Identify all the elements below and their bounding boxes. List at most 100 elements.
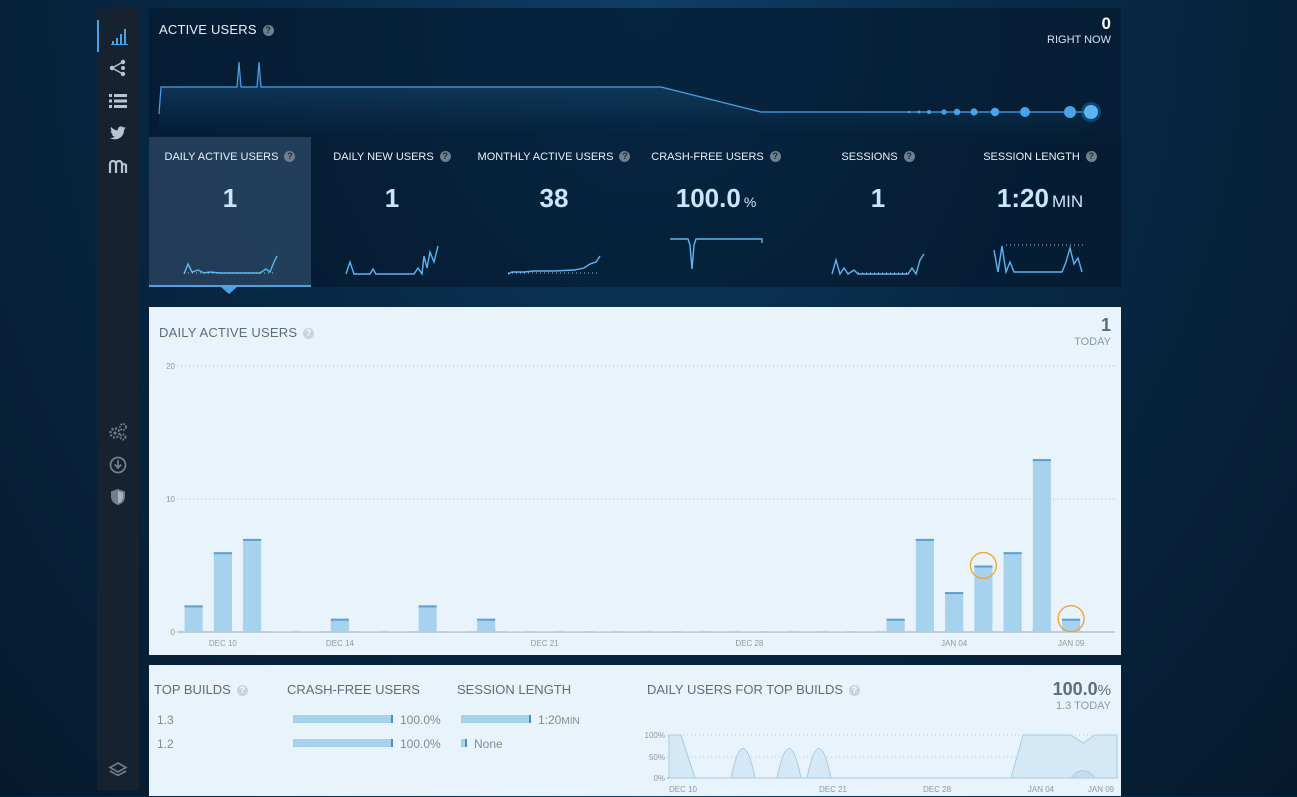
bar <box>711 631 730 632</box>
stat-session-length[interactable]: SESSION LENGTH? 1:20 MIN <box>959 137 1121 287</box>
bar <box>243 538 262 632</box>
build-share-area <box>668 734 1118 779</box>
bar <box>213 552 232 632</box>
x-tick-label: JAN 04 <box>1028 785 1055 794</box>
bar-cap <box>213 552 232 555</box>
sidebar-item-mopub[interactable] <box>97 150 139 182</box>
bar-cap <box>886 618 905 621</box>
bar <box>301 631 320 632</box>
help-icon[interactable]: ? <box>236 685 248 696</box>
bar <box>915 538 934 632</box>
build-version: 1.3 <box>157 713 174 727</box>
sidebar-item-list[interactable] <box>97 85 139 117</box>
right-now-counter: 0 RIGHT NOW <box>1047 14 1111 46</box>
bar-cap <box>915 538 934 541</box>
active-users-title: ACTIVE USERS? <box>159 22 274 37</box>
stat-label: CRASH-FREE USERS <box>651 151 764 163</box>
active-tab-caret <box>221 287 237 294</box>
daily-active-users-panel: DAILY ACTIVE USERS? 1 TODAY 20 10 0 DEC 10 D… <box>149 307 1121 655</box>
help-icon[interactable]: ? <box>284 151 296 162</box>
x-tick-label: DEC 21 <box>531 639 560 648</box>
top-builds-panel: TOP BUILDS? CRASH-FREE USERS SESSION LEN… <box>149 665 1121 796</box>
bar <box>506 631 525 632</box>
help-icon[interactable]: ? <box>1085 151 1097 162</box>
stat-unit: MIN <box>1051 192 1084 211</box>
stat-daily-active-users[interactable]: DAILY ACTIVE USERS? 1 <box>149 137 311 287</box>
sparkline <box>831 253 925 276</box>
stat-value: 1:20 <box>996 183 1049 213</box>
stat-unit: % <box>743 194 757 210</box>
bar-cap <box>418 605 437 608</box>
help-icon[interactable]: ? <box>849 685 861 696</box>
top-build-share-number: 100.0 <box>1052 679 1098 699</box>
sidebar-item-twitter[interactable] <box>97 117 139 149</box>
stat-sessions[interactable]: SESSIONS? 1 <box>797 137 959 287</box>
stat-daily-new-users[interactable]: DAILY NEW USERS? 1 <box>311 137 473 287</box>
sparkline <box>993 244 1086 275</box>
bar-cap <box>477 618 496 621</box>
bar <box>272 631 291 632</box>
y-tick-label: 0% <box>653 774 665 783</box>
gears-icon <box>109 423 127 441</box>
bar <box>740 631 759 632</box>
sidebar <box>97 8 139 790</box>
summary-stats: DAILY ACTIVE USERS? 1 DAILY NEW USERS? 1… <box>149 137 1121 287</box>
sidebar-item-layers[interactable] <box>97 754 139 786</box>
share-nodes-icon <box>109 59 126 77</box>
active-users-realtime-chart <box>158 61 1101 134</box>
session-length-value: 1:20MIN <box>538 713 580 727</box>
crash-free-value: 100.0% <box>400 737 441 751</box>
bar-cap <box>1003 552 1022 555</box>
y-tick-label: 50% <box>649 753 665 762</box>
stat-monthly-active-users[interactable]: MONTHLY ACTIVE USERS? 38 <box>473 137 635 287</box>
bar-cap <box>1032 459 1051 462</box>
x-tick-label: DEC 14 <box>326 639 355 648</box>
sparkline <box>183 255 278 275</box>
session-length-unit: MIN <box>561 716 580 727</box>
bar <box>798 631 817 632</box>
bar <box>564 631 583 632</box>
x-tick-label: DEC 28 <box>735 639 764 648</box>
y-tick-label: 10 <box>166 495 175 504</box>
twitter-bird-icon <box>110 126 126 140</box>
right-now-label: RIGHT NOW <box>1047 34 1111 46</box>
sidebar-item-share[interactable] <box>97 52 139 84</box>
x-tick-label: JAN 04 <box>941 639 968 648</box>
stat-value: 1 <box>870 183 886 213</box>
bar <box>828 631 847 632</box>
help-icon[interactable]: ? <box>903 151 915 162</box>
sidebar-item-dashboard[interactable] <box>97 20 141 52</box>
sidebar-item-settings[interactable] <box>97 416 139 448</box>
stat-crash-free-users[interactable]: CRASH-FREE USERS? 100.0% <box>635 137 797 287</box>
help-icon[interactable]: ? <box>619 151 631 162</box>
download-circle-icon <box>109 456 127 474</box>
stat-label: MONTHLY ACTIVE USERS <box>477 151 614 163</box>
shield-icon <box>111 489 125 505</box>
signal-bars-icon <box>111 29 128 45</box>
stat-label: DAILY NEW USERS <box>333 151 434 163</box>
list-icon <box>109 94 127 108</box>
daily-users-top-builds-chart: 100% 50% 0% DEC 10 DEC 21 DEC 28 JAN 04 … <box>645 731 1118 794</box>
help-icon[interactable]: ? <box>262 25 274 36</box>
x-tick-label: JAN 09 <box>1058 639 1085 648</box>
stat-value: 100.0 <box>675 183 741 213</box>
sidebar-item-download[interactable] <box>97 449 139 481</box>
stat-label: DAILY ACTIVE USERS <box>164 151 279 163</box>
help-icon[interactable]: ? <box>769 151 781 162</box>
top-build-share-unit: % <box>1097 682 1111 699</box>
x-tick-label: DEC 10 <box>209 639 238 648</box>
top-build-share-label: 1.3 TODAY <box>1055 700 1111 712</box>
bar <box>1032 459 1051 632</box>
crash-free-users-header: CRASH-FREE USERS <box>287 682 420 697</box>
y-tick-label: 20 <box>166 362 175 371</box>
stat-value: 1 <box>222 183 238 213</box>
active-users-panel: ACTIVE USERS? 0 RIGHT NOW <box>149 8 1121 137</box>
y-tick-label: 0 <box>171 628 176 637</box>
sidebar-item-security[interactable] <box>97 481 139 513</box>
bar-cap <box>945 592 964 595</box>
help-icon[interactable]: ? <box>439 151 451 162</box>
active-users-title-text: ACTIVE USERS <box>159 22 257 37</box>
stat-value: 1 <box>384 183 400 213</box>
sparkline <box>345 245 439 276</box>
x-tick-label: DEC 10 <box>669 785 698 794</box>
